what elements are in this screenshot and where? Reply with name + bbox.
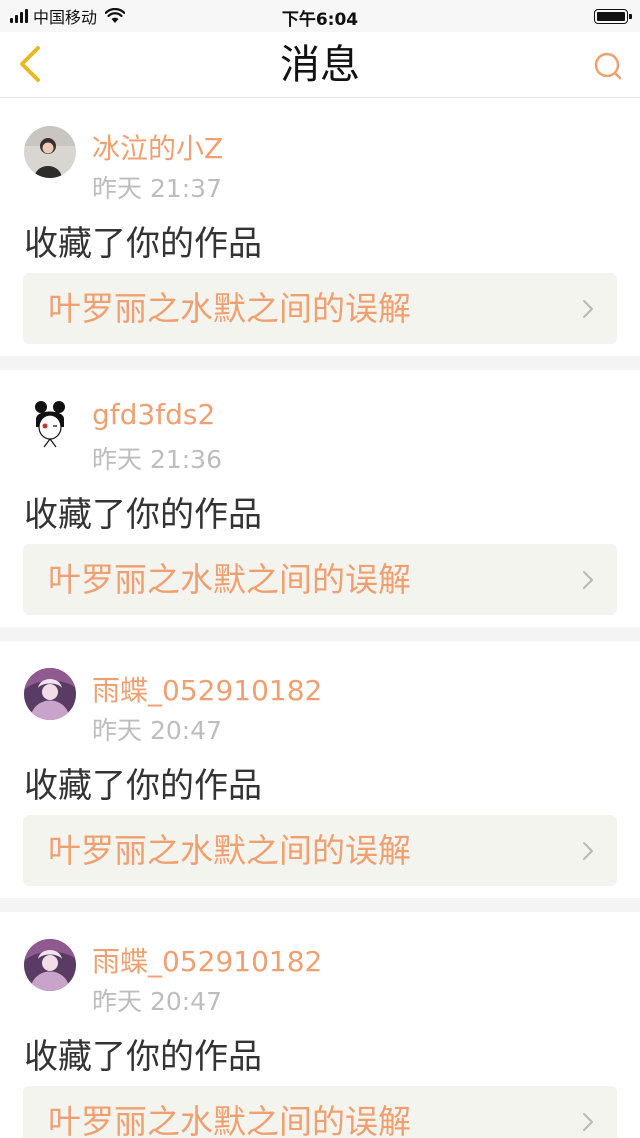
avatar[interactable]	[24, 397, 76, 449]
message-time: 昨天 20:47	[92, 716, 222, 745]
message-time: 昨天 21:37	[92, 174, 222, 203]
username-link[interactable]: 冰泣的小Z	[92, 127, 223, 167]
action-text: 收藏了你的作品	[24, 766, 262, 806]
work-title: 叶罗丽之水默之间的误解	[48, 560, 411, 599]
message-time: 昨天 21:36	[92, 445, 222, 474]
work-title: 叶罗丽之水默之间的误解	[48, 831, 411, 870]
message-card: 雨蝶_052910182 昨天 20:47 收藏了你的作品 叶罗丽之水默之间的误…	[0, 912, 640, 1138]
work-title: 叶罗丽之水默之间的误解	[48, 289, 411, 328]
work-link[interactable]: 叶罗丽之水默之间的误解	[23, 815, 617, 886]
status-time: 下午6:04	[281, 10, 359, 30]
work-link[interactable]: 叶罗丽之水默之间的误解	[23, 1086, 617, 1138]
chevron-right-icon	[583, 571, 593, 589]
action-text: 收藏了你的作品	[24, 224, 262, 264]
username-link[interactable]: 雨蝶_052910182	[92, 669, 322, 709]
message-card: gfd3fds2 昨天 21:36 收藏了你的作品 叶罗丽之水默之间的误解	[0, 370, 640, 641]
work-title: 叶罗丽之水默之间的误解	[48, 1102, 411, 1138]
battery-icon	[594, 9, 632, 24]
message-list: 冰泣的小Z 昨天 21:37 收藏了你的作品 叶罗丽之水默之间的误解 gfd3f…	[0, 99, 640, 1138]
action-text: 收藏了你的作品	[24, 495, 262, 535]
avatar[interactable]	[24, 939, 76, 991]
username-link[interactable]: 雨蝶_052910182	[92, 940, 322, 980]
chevron-right-icon	[583, 300, 593, 318]
username-link[interactable]: gfd3fds2	[92, 398, 215, 431]
page-title: 消息	[280, 42, 360, 88]
message-time: 昨天 20:47	[92, 987, 222, 1016]
avatar[interactable]	[24, 126, 76, 178]
work-link[interactable]: 叶罗丽之水默之间的误解	[23, 273, 617, 344]
chevron-right-icon	[583, 1113, 593, 1131]
status-bar: 中国移动 下午6:04	[0, 0, 640, 32]
message-card: 冰泣的小Z 昨天 21:37 收藏了你的作品 叶罗丽之水默之间的误解	[0, 99, 640, 370]
work-link[interactable]: 叶罗丽之水默之间的误解	[23, 544, 617, 615]
search-button[interactable]	[588, 46, 628, 86]
action-text: 收藏了你的作品	[24, 1037, 262, 1077]
nav-bar: 消息	[0, 32, 640, 98]
avatar[interactable]	[24, 668, 76, 720]
message-card: 雨蝶_052910182 昨天 20:47 收藏了你的作品 叶罗丽之水默之间的误…	[0, 641, 640, 912]
chevron-right-icon	[583, 842, 593, 860]
search-icon	[594, 52, 622, 80]
